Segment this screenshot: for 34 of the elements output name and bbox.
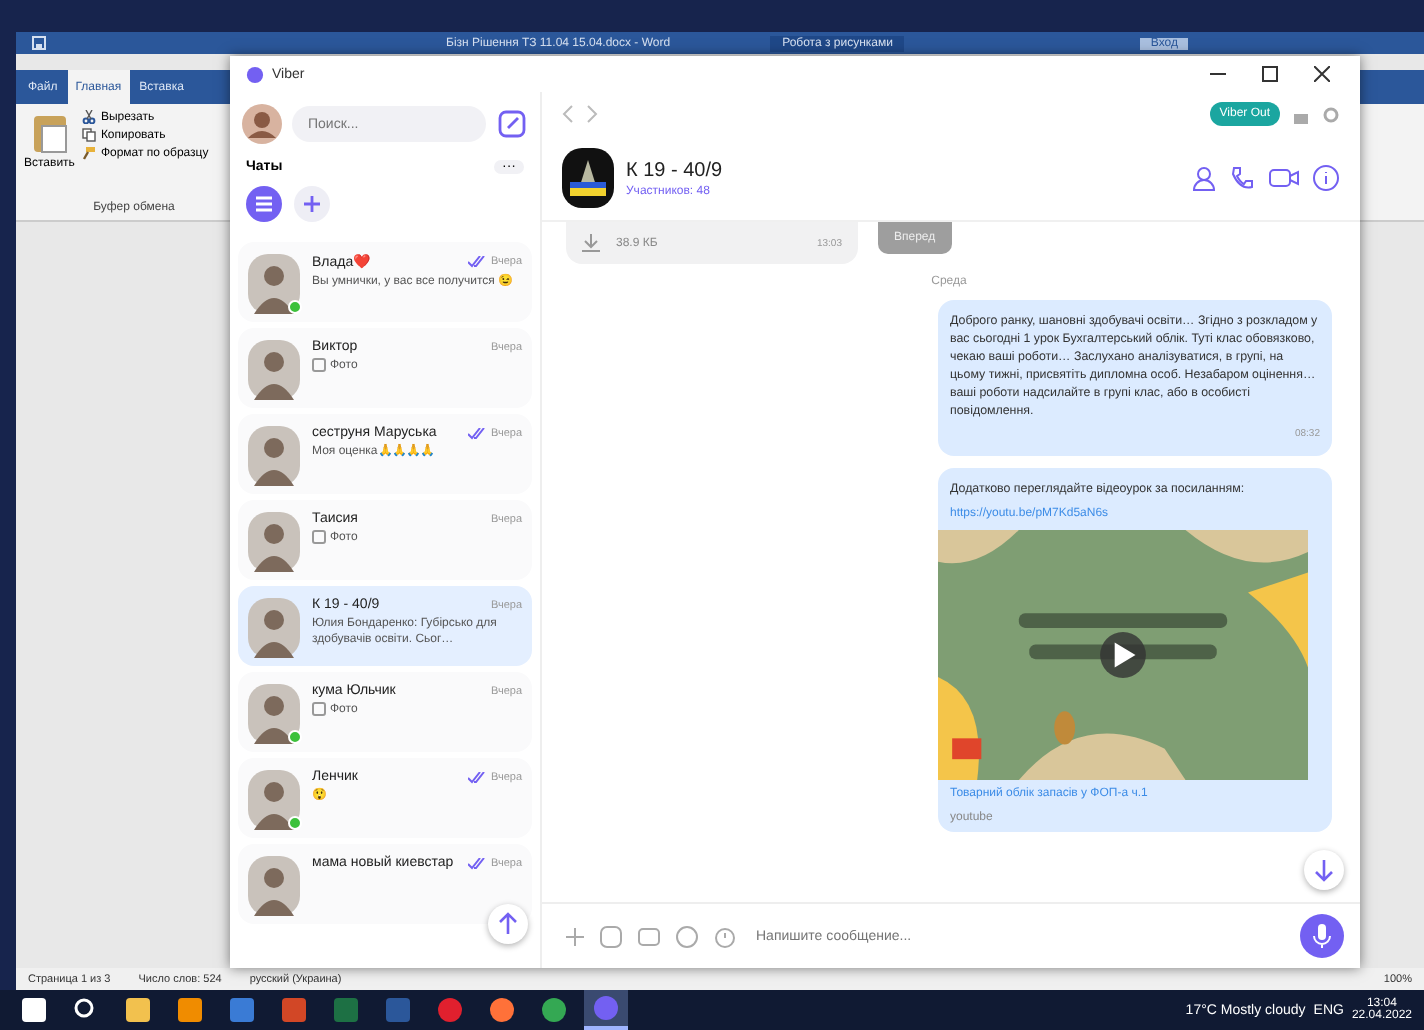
microphone-button[interactable] (1300, 914, 1344, 958)
save-icon[interactable] (32, 36, 46, 50)
video-icon[interactable] (1268, 164, 1300, 192)
info-icon[interactable] (1312, 164, 1340, 192)
scissors-icon (82, 110, 97, 124)
brush-icon (82, 146, 97, 160)
avatar[interactable] (242, 104, 282, 144)
compose-icon[interactable] (496, 108, 528, 140)
download-icon[interactable] (582, 234, 600, 252)
microphone-icon (1312, 922, 1332, 950)
add-icon[interactable] (294, 186, 330, 222)
clipboard-icon (31, 110, 68, 154)
add-member-icon[interactable] (1188, 164, 1216, 192)
scroll-up-button[interactable] (488, 904, 528, 944)
avatar (248, 340, 300, 400)
avatar (248, 598, 300, 658)
timer-icon[interactable] (714, 925, 736, 947)
close-icon[interactable] (1314, 66, 1330, 82)
maximize-icon[interactable] (1262, 66, 1278, 82)
phone-icon[interactable] (1228, 164, 1256, 192)
avatar (248, 684, 300, 744)
avatar (248, 770, 300, 830)
arrow-up-icon (498, 912, 518, 936)
avatar (248, 254, 300, 314)
add-icon[interactable] (566, 927, 584, 945)
scroll-down-button[interactable] (1304, 850, 1344, 890)
chat-title: К 19 - 40/9 (626, 159, 723, 181)
avatar (248, 512, 300, 572)
group-avatar (562, 148, 614, 208)
avatar (248, 856, 300, 916)
copy-icon (82, 128, 97, 142)
arrow-down-icon (1314, 858, 1334, 882)
avatar (248, 426, 300, 486)
list-filter-icon[interactable] (246, 186, 282, 222)
